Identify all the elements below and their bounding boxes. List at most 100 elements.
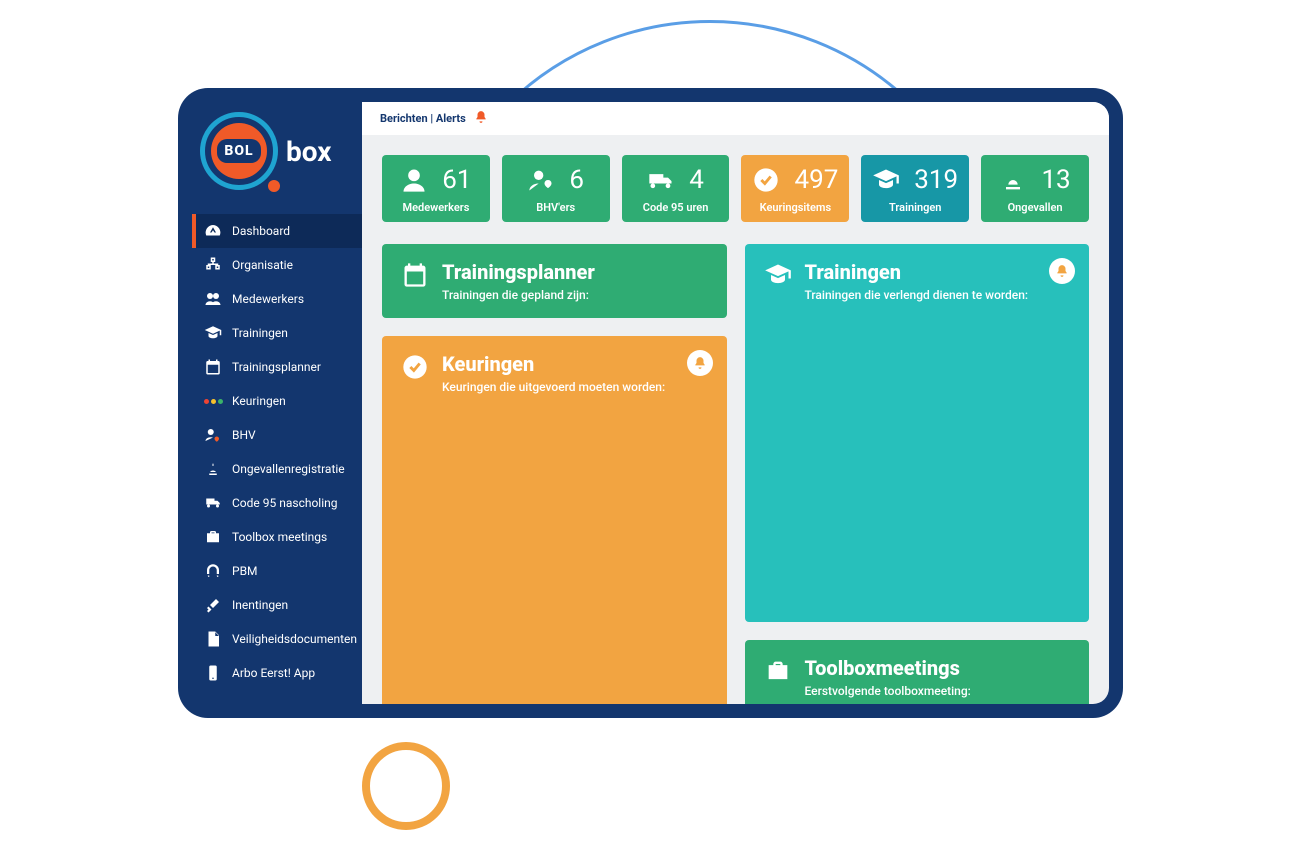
- sidebar-item-code95[interactable]: Code 95 nascholing: [192, 486, 362, 520]
- nav-label: Arbo Eerst! App: [232, 666, 315, 680]
- dashboard-content: 61 Medewerkers 6 BHV'ers 4 Co: [362, 135, 1109, 704]
- nav-label: PBM: [232, 564, 258, 578]
- sidebar-item-organisatie[interactable]: Organisatie: [192, 248, 362, 282]
- sidebar-item-pbm[interactable]: PBM: [192, 554, 362, 588]
- card-title: Toolboxmeetings: [805, 656, 971, 680]
- stat-label: Medewerkers: [390, 201, 482, 214]
- sidebar-item-keuringen[interactable]: Keuringen: [192, 384, 362, 418]
- card-toolboxmeetings[interactable]: Toolboxmeetings Eerstvolgende toolboxmee…: [745, 640, 1090, 704]
- logo-badge: BOL: [200, 112, 278, 190]
- stat-value: 13: [1041, 165, 1070, 195]
- briefcase-icon: [763, 656, 793, 686]
- people-icon: [204, 290, 222, 308]
- mobile-icon: [204, 664, 222, 682]
- sidebar-item-dashboard[interactable]: Dashboard: [192, 214, 362, 248]
- person-heart-icon: [527, 166, 555, 194]
- stat-keuringsitems[interactable]: 497 Keuringsitems: [741, 155, 849, 222]
- card-trainingen[interactable]: Trainingen Trainingen die verlengd diene…: [745, 244, 1090, 622]
- org-tree-icon: [204, 256, 222, 274]
- sidebar-item-trainingsplanner[interactable]: Trainingsplanner: [192, 350, 362, 384]
- headset-icon: [204, 562, 222, 580]
- nav-list: Dashboard Organisatie Medewerkers Traini…: [192, 214, 362, 690]
- person-heart-icon: [204, 426, 222, 444]
- card-subtitle: Trainingen die gepland zijn:: [442, 288, 595, 302]
- sidebar-item-documenten[interactable]: Veiligheidsdocumenten: [192, 622, 362, 656]
- graduation-cap-icon: [204, 324, 222, 342]
- topbar: Berichten | Alerts: [362, 102, 1109, 135]
- graduation-cap-icon: [763, 260, 793, 290]
- stat-value: 497: [794, 165, 838, 195]
- nav-label: Inentingen: [232, 598, 288, 612]
- logo-box-text: box: [286, 135, 332, 168]
- truck-icon: [204, 494, 222, 512]
- card-keuringen[interactable]: Keuringen Keuringen die uitgevoerd moete…: [382, 336, 727, 704]
- calendar-icon: 26: [400, 260, 430, 290]
- check-circle-icon: [400, 352, 430, 382]
- gauge-icon: [204, 222, 222, 240]
- alerts-link[interactable]: Berichten | Alerts: [380, 112, 466, 125]
- sidebar-item-toolbox[interactable]: Toolbox meetings: [192, 520, 362, 554]
- card-subtitle: Eerstvolgende toolboxmeeting:: [805, 684, 971, 698]
- sidebar-item-medewerkers[interactable]: Medewerkers: [192, 282, 362, 316]
- briefcase-icon: [204, 528, 222, 546]
- card-subtitle: Keuringen die uitgevoerd moeten worden:: [442, 380, 665, 394]
- bell-badge-icon[interactable]: [1049, 258, 1075, 284]
- nav-label: Dashboard: [232, 224, 290, 238]
- siren-icon: [204, 460, 222, 478]
- bell-icon[interactable]: [474, 110, 488, 127]
- app-frame: BOL box Dashboard Organisatie Medewerker…: [178, 88, 1123, 718]
- decorative-circle-orange: [362, 742, 450, 830]
- svg-text:26: 26: [410, 274, 421, 285]
- siren-icon: [999, 166, 1027, 194]
- logo-bol-text: BOL: [217, 139, 260, 163]
- card-trainingsplanner[interactable]: 26 Trainingsplanner Trainingen die gepla…: [382, 244, 727, 318]
- bell-badge-icon[interactable]: [687, 350, 713, 376]
- card-subtitle: Trainingen die verlengd dienen te worden…: [805, 288, 1029, 302]
- nav-label: Ongevallenregistratie: [232, 462, 345, 476]
- person-icon: [400, 166, 428, 194]
- stat-ongevallen[interactable]: 13 Ongevallen: [981, 155, 1089, 222]
- sidebar-item-trainingen[interactable]: Trainingen: [192, 316, 362, 350]
- stat-label: Ongevallen: [989, 201, 1081, 214]
- logo: BOL box: [192, 102, 362, 214]
- nav-label: BHV: [232, 428, 256, 442]
- graduation-cap-icon: [872, 166, 900, 194]
- main-content: Berichten | Alerts 61 Medewerkers: [362, 102, 1109, 704]
- stat-value: 6: [569, 165, 584, 195]
- card-title: Keuringen: [442, 352, 665, 376]
- stats-row: 61 Medewerkers 6 BHV'ers 4 Co: [382, 155, 1089, 222]
- stat-medewerkers[interactable]: 61 Medewerkers: [382, 155, 490, 222]
- nav-label: Code 95 nascholing: [232, 496, 338, 510]
- nav-label: Keuringen: [232, 394, 286, 408]
- sidebar: BOL box Dashboard Organisatie Medewerker…: [192, 102, 362, 704]
- stat-value: 319: [914, 165, 958, 195]
- stat-label: Keuringsitems: [749, 201, 841, 214]
- traffic-dots-icon: [204, 392, 222, 410]
- nav-label: Toolbox meetings: [232, 530, 327, 544]
- nav-label: Trainingen: [232, 326, 288, 340]
- stat-label: BHV'ers: [510, 201, 602, 214]
- stat-value: 4: [689, 165, 704, 195]
- nav-label: Organisatie: [232, 258, 293, 272]
- stat-label: Trainingen: [869, 201, 961, 214]
- stat-value: 61: [442, 165, 471, 195]
- stat-trainingen[interactable]: 319 Trainingen: [861, 155, 969, 222]
- stat-label: Code 95 uren: [630, 201, 722, 214]
- nav-label: Trainingsplanner: [232, 360, 321, 374]
- nav-label: Veiligheidsdocumenten: [232, 632, 357, 646]
- sidebar-item-app[interactable]: Arbo Eerst! App: [192, 656, 362, 690]
- syringe-icon: [204, 596, 222, 614]
- nav-label: Medewerkers: [232, 292, 304, 306]
- document-icon: [204, 630, 222, 648]
- sidebar-item-bhv[interactable]: BHV: [192, 418, 362, 452]
- card-title: Trainingsplanner: [442, 260, 595, 284]
- calendar-icon: [204, 358, 222, 376]
- stat-code95[interactable]: 4 Code 95 uren: [622, 155, 730, 222]
- cards-grid: 26 Trainingsplanner Trainingen die gepla…: [382, 244, 1089, 704]
- stat-bhvers[interactable]: 6 BHV'ers: [502, 155, 610, 222]
- check-circle-icon: [752, 166, 780, 194]
- sidebar-item-ongevallen[interactable]: Ongevallenregistratie: [192, 452, 362, 486]
- card-title: Trainingen: [805, 260, 1029, 284]
- truck-heart-icon: [647, 166, 675, 194]
- sidebar-item-inentingen[interactable]: Inentingen: [192, 588, 362, 622]
